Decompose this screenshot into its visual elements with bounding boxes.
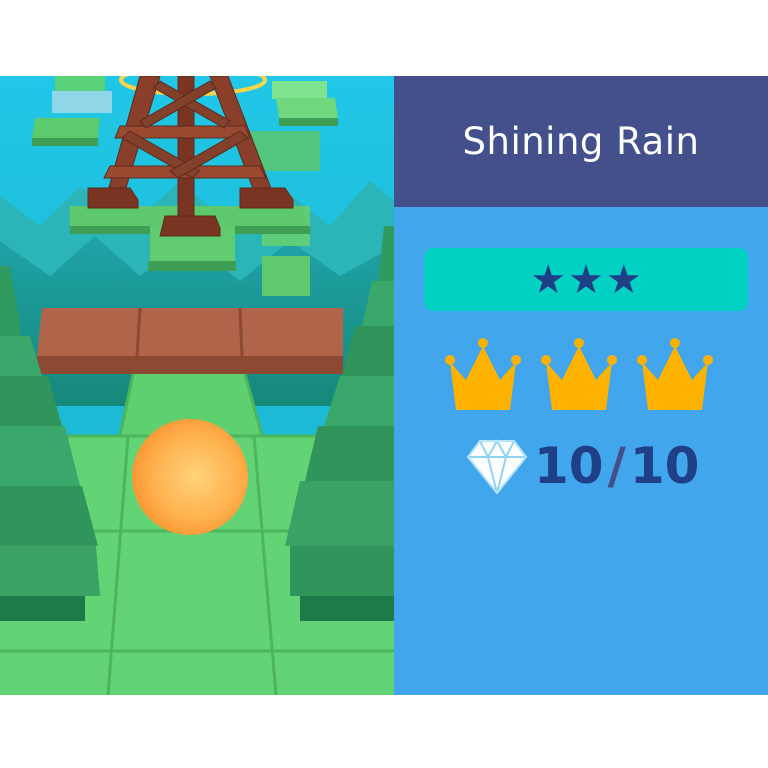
crown-icon — [637, 338, 713, 410]
gem-counter: 10 / 10 — [466, 426, 699, 506]
player-ball — [132, 419, 248, 535]
star-icon: ★ — [568, 256, 604, 303]
star-icon: ★ — [605, 256, 642, 303]
crown-icon — [541, 338, 617, 410]
wooden-bridge — [37, 307, 343, 374]
gem-count-separator: / — [607, 437, 626, 495]
panel-header: Shining Rain — [394, 76, 768, 207]
level-title: Shining Rain — [462, 120, 700, 163]
diamond-icon — [466, 438, 528, 495]
game-scene-graphic — [0, 76, 394, 695]
crown-row — [444, 338, 714, 418]
level-result-panel: Shining Rain ★ ★ ★ 10 / 10 — [394, 76, 768, 695]
crown-icon — [445, 338, 521, 410]
game-scene[interactable] — [0, 76, 394, 695]
gem-collected-count: 10 — [534, 437, 604, 495]
star-rating-bar: ★ ★ ★ — [424, 248, 748, 311]
star-icon: ★ — [530, 256, 567, 303]
gem-total-count: 10 — [629, 437, 700, 495]
